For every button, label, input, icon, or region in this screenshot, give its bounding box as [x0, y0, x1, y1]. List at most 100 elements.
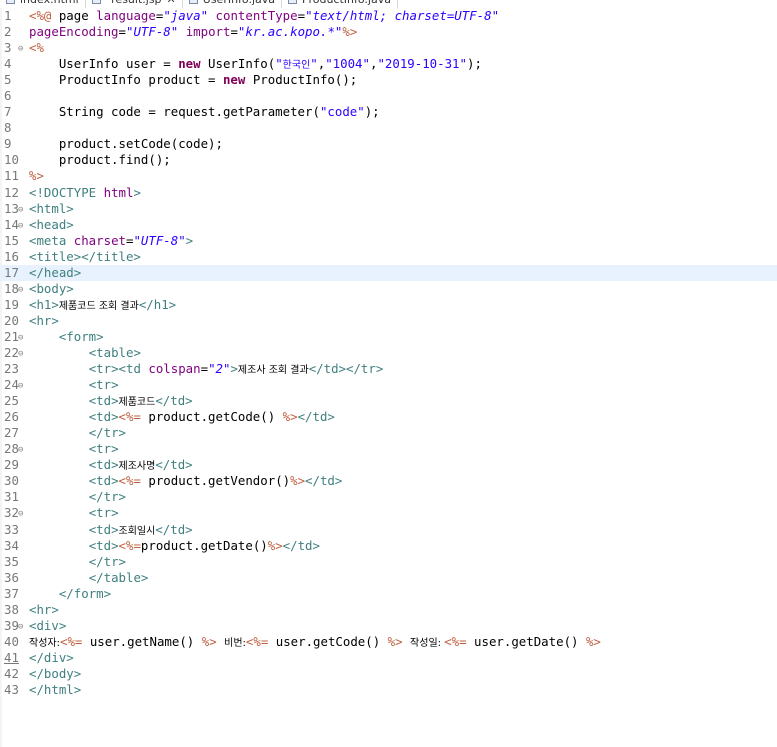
code-line[interactable]: 1 <%@ page language="java" contentType="t…	[0, 8, 777, 24]
code-line[interactable]: 25 <td>제품코드</td>	[0, 393, 777, 409]
code-text: <tr>	[29, 505, 119, 521]
fold-toggle-icon[interactable]: ⊖	[18, 282, 23, 298]
code-line[interactable]: 14 ⊖ <head>	[0, 217, 777, 233]
code-line[interactable]: 20 <hr>	[0, 313, 777, 329]
code-token: <hr>	[29, 601, 59, 617]
code-token: %>	[282, 409, 298, 425]
code-line[interactable]: 24 ⊖ <tr>	[0, 377, 777, 393]
line-number: 4	[4, 56, 12, 72]
file-icon	[188, 0, 198, 4]
code-line[interactable]: 27 </tr>	[0, 425, 777, 441]
code-line[interactable]: 43 </html>	[0, 682, 777, 698]
code-line[interactable]: 19 <h1>제품코드 조회 결과</h1>	[0, 297, 777, 313]
code-token: <html>	[29, 200, 74, 216]
code-line[interactable]: 3 ⊖ <%	[0, 40, 777, 56]
fold-toggle-icon[interactable]: ⊖	[18, 442, 23, 458]
code-line[interactable]: 6	[0, 88, 777, 104]
code-line[interactable]: 7 String code = request.getParameter("co…	[0, 104, 777, 120]
code-line[interactable]: 31 </tr>	[0, 489, 777, 505]
code-line[interactable]: 39 ⊖ <div>	[0, 618, 777, 634]
code-line[interactable]: 11 %>	[0, 168, 777, 184]
line-number: 25	[4, 393, 19, 409]
line-number: 30	[4, 473, 19, 489]
code-token: </h1>	[138, 296, 177, 312]
close-icon[interactable]: ✕	[167, 0, 176, 6]
tab-result-jsp[interactable]: *result.jsp ✕	[85, 0, 183, 8]
fold-toggle-icon[interactable]: ⊖	[18, 218, 23, 234]
code-line[interactable]: 18 ⊖ <body>	[0, 281, 777, 297]
code-line[interactable]: 26 <td><%= product.getCode() %></td>	[0, 409, 777, 425]
code-line[interactable]: 8	[0, 120, 777, 136]
code-line[interactable]: 30 <td><%= product.getVendor()%></td>	[0, 473, 777, 489]
code-token: </td>	[282, 537, 320, 553]
tab-userinfo-java[interactable]: UserInfo.java	[183, 0, 283, 8]
code-line[interactable]: 38 <hr>	[0, 602, 777, 618]
fold-toggle-icon[interactable]: ⊖	[18, 330, 23, 346]
code-line[interactable]: 22 ⊖ <table>	[0, 345, 777, 361]
code-line[interactable]: 42 </body>	[0, 666, 777, 682]
code-text: </head>	[29, 265, 81, 281]
code-text: <meta charset="UTF-8">	[29, 233, 193, 249]
fold-toggle-icon[interactable]: ⊖	[18, 506, 23, 522]
code-line[interactable]: 34 <td><%=product.getDate()%></td>	[0, 538, 777, 554]
code-line[interactable]: 5 ProductInfo product = new ProductInfo(…	[0, 72, 777, 88]
code-token: <td>	[88, 409, 119, 425]
line-number: 27	[4, 425, 19, 441]
code-line[interactable]: 33 <td>조회일시</td>	[0, 522, 777, 538]
code-line[interactable]: 32 ⊖ <tr>	[0, 505, 777, 521]
fold-toggle-icon[interactable]: ⊖	[18, 378, 23, 394]
code-text: <html>	[29, 201, 74, 217]
code-line[interactable]: 10 product.find();	[0, 152, 777, 168]
code-token: <%=	[245, 633, 276, 649]
code-line[interactable]: 23 <tr><td colspan="2">제조사 조회 결과</td></t…	[0, 361, 777, 377]
code-token: >	[133, 184, 141, 200]
code-text: <table>	[29, 345, 141, 361]
code-line[interactable]: 4 UserInfo user = new UserInfo("한국인","10…	[0, 56, 777, 72]
code-editor[interactable]: 1 <%@ page language="java" contentType="t…	[0, 8, 777, 747]
code-line[interactable]: 16 <title></title>	[0, 249, 777, 265]
line-number: 42	[4, 665, 19, 681]
code-text: </table>	[29, 570, 149, 586]
code-token: user.getDate()	[474, 633, 586, 649]
code-line[interactable]: 2 pageEncoding="UTF-8" import="kr.ac.kopo…	[0, 24, 777, 40]
fold-toggle-icon[interactable]: ⊖	[18, 202, 23, 218]
tab-index-html[interactable]: index.html	[0, 0, 86, 8]
code-line[interactable]: 9 product.setCode(code);	[0, 136, 777, 152]
tab-productinfo-java[interactable]: ProductInfo.java	[282, 0, 398, 8]
code-text: product.find();	[29, 152, 171, 168]
code-token: <td>	[88, 537, 119, 553]
code-line[interactable]: 41 </div>	[0, 650, 777, 666]
code-token: </body>	[29, 665, 82, 681]
code-line[interactable]: 15 <meta charset="UTF-8">	[0, 233, 777, 249]
line-number: 41	[4, 649, 19, 665]
code-line[interactable]: 36 </table>	[0, 570, 777, 586]
code-line[interactable]: 12 <!DOCTYPE html>	[0, 185, 777, 201]
fold-toggle-icon[interactable]: ⊖	[18, 619, 23, 635]
code-line[interactable]: 17 </head>	[0, 264, 777, 281]
fold-toggle-icon[interactable]: ⊖	[18, 41, 23, 57]
code-token: 조회일시	[118, 525, 156, 537]
code-token: user.getCode()	[275, 633, 388, 649]
code-token: <tr><td	[88, 361, 149, 377]
code-text: </form>	[29, 586, 111, 602]
code-token: </td>	[155, 393, 193, 409]
code-text: </tr>	[29, 554, 126, 570]
code-line[interactable]: 35 </tr>	[0, 554, 777, 570]
code-line[interactable]: 40 작성자:<%= user.getName() %> 비번:<%= user.…	[0, 634, 777, 650]
line-number: 11	[4, 168, 19, 184]
code-line[interactable]: 21 ⊖ <form>	[0, 329, 777, 345]
code-token: %>	[290, 473, 306, 489]
file-icon	[288, 0, 298, 4]
code-token: UserInfo user =	[29, 56, 179, 72]
code-line[interactable]: 28 ⊖ <tr>	[0, 441, 777, 457]
code-line[interactable]: 29 <td>제조사명</td>	[0, 457, 777, 473]
fold-toggle-icon[interactable]: ⊖	[18, 346, 23, 362]
code-line[interactable]: 13 ⊖ <html>	[0, 201, 777, 217]
code-line[interactable]: 37 </form>	[0, 586, 777, 602]
tab-label: *result.jsp	[106, 0, 162, 6]
